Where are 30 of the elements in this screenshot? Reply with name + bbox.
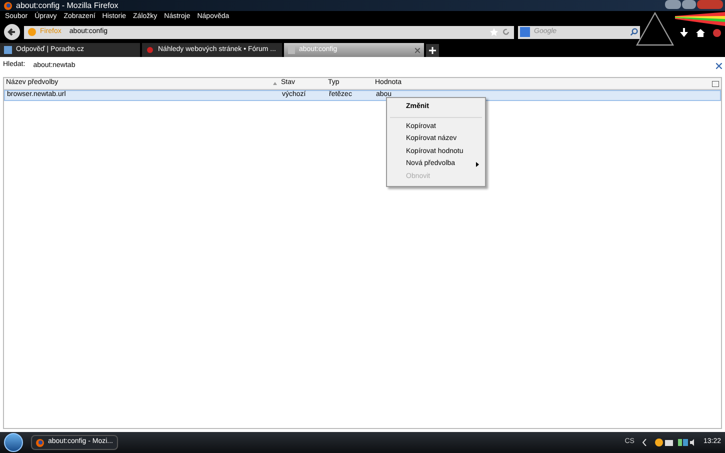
firefox-logo-icon (4, 2, 12, 10)
bug-icon (146, 46, 154, 54)
firefox-logo-icon (28, 28, 36, 36)
sort-arrow-icon (273, 82, 277, 85)
star-icon[interactable] (490, 28, 498, 36)
start-button[interactable] (4, 433, 23, 452)
column-picker-icon[interactable] (712, 80, 719, 86)
google-icon (520, 27, 530, 37)
submenu-arrow-icon (476, 162, 479, 167)
download-icon[interactable] (680, 28, 688, 37)
blank-page-icon (288, 46, 295, 54)
page-icon (4, 46, 12, 54)
plus-icon (429, 47, 436, 54)
back-arrow-icon (7, 27, 17, 37)
addon-icon[interactable] (713, 28, 723, 36)
tray-icons-drawing[interactable] (655, 438, 696, 447)
close-icon[interactable] (415, 48, 420, 52)
new-tab-button[interactable] (426, 44, 439, 57)
clear-icon[interactable] (716, 62, 722, 68)
close-button[interactable] (697, 0, 723, 9)
rainbow-drawing (675, 12, 725, 26)
search-icon[interactable] (630, 28, 638, 36)
reload-icon[interactable] (502, 28, 510, 36)
minimize-button[interactable] (665, 0, 681, 9)
firefox-logo-icon (36, 438, 44, 446)
window-title: about:config - Mozilla Firefox (16, 2, 118, 10)
chevron-icon[interactable] (642, 439, 648, 446)
maximize-button[interactable] (682, 0, 696, 9)
home-icon[interactable] (696, 28, 705, 36)
back-button[interactable] (4, 24, 20, 40)
